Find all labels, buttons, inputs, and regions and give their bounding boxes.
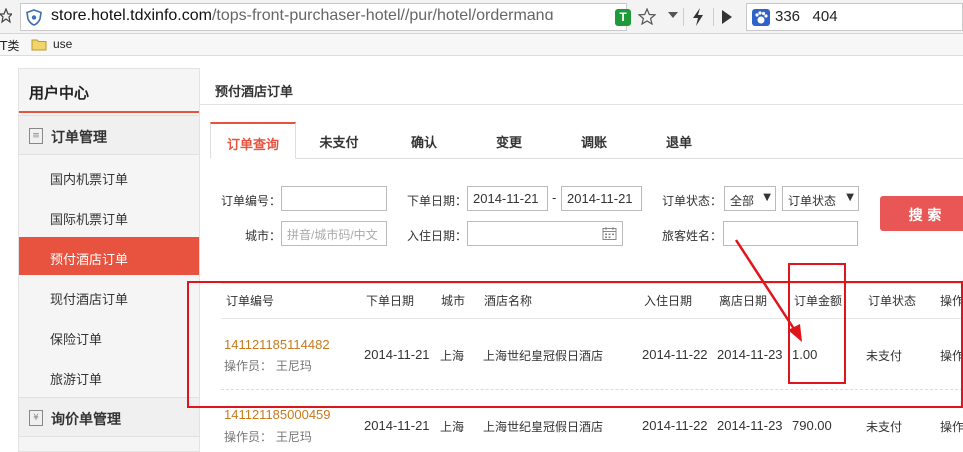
url-path: /tops-front-purchaser-hotel//pur/hotel/o… xyxy=(211,7,554,24)
sidebar-group-label: 订单管理 xyxy=(51,130,107,146)
order-date-from-input[interactable]: 2014-11-21 xyxy=(467,186,548,211)
tab-change[interactable]: 变更 xyxy=(466,122,552,159)
toolbar-divider xyxy=(713,8,714,26)
list-icon: ≡ xyxy=(29,128,43,144)
annotation-arrow-icon xyxy=(734,239,802,342)
tab-order-query[interactable]: 订单查询 xyxy=(210,122,296,159)
calendar-icon[interactable] xyxy=(602,226,617,241)
hotel-name-cell: 上海世纪皇冠假日酒店 xyxy=(483,420,604,434)
dropdown-arrow-icon[interactable] xyxy=(668,12,678,18)
sidebar-item-travel[interactable]: 旅游订单 xyxy=(19,357,199,395)
order-no-link[interactable]: 141121185000459 xyxy=(224,407,331,422)
city-label: 城市： xyxy=(245,229,282,243)
status-select-all[interactable]: 全部 ▼ xyxy=(724,186,776,211)
annotation-box-row xyxy=(187,281,963,408)
page-title: 预付酒店订单 xyxy=(215,85,294,100)
operator-text: 操作员： 王尼玛 xyxy=(224,430,312,444)
order-date-cell: 2014-11-21 xyxy=(364,418,430,433)
amount-cell: 790.00 xyxy=(792,418,832,433)
checkin-cell: 2014-11-22 xyxy=(642,418,708,433)
order-date-to-input[interactable]: 2014-11-21 xyxy=(561,186,642,211)
sidebar-title: 用户中心 xyxy=(19,69,199,113)
search-box[interactable]: 336 404 xyxy=(746,3,963,31)
star-icon[interactable] xyxy=(0,8,12,24)
bookmark-star-icon[interactable] xyxy=(638,8,656,25)
order-status-label: 订单状态： xyxy=(662,194,723,208)
city-input[interactable]: 拼音/城市码/中文 xyxy=(281,221,387,246)
status-select-detail[interactable]: 订单状态 ▼ xyxy=(782,186,859,211)
status-select-value: 全部 xyxy=(730,194,755,208)
sidebar: 用户中心 ≡ 订单管理 国内机票订单 国际机票订单 预付酒店订单 现付酒店订单 … xyxy=(18,68,200,452)
action-link[interactable]: 操作 xyxy=(940,418,963,435)
tab-refund[interactable]: 退单 xyxy=(636,122,722,159)
caret-down-icon: ▼ xyxy=(763,192,771,203)
sidebar-item-domestic-flight[interactable]: 国内机票订单 xyxy=(19,157,199,195)
status-cell: 未支付 xyxy=(866,420,903,434)
url-host: store.hotel.tdxinfo.com xyxy=(51,7,212,24)
checkin-date-label: 入住日期： xyxy=(407,229,468,243)
toolbar-divider xyxy=(683,8,684,26)
shield-icon xyxy=(26,9,42,26)
bookmarks-bar: T类 use xyxy=(0,34,963,56)
url-text[interactable]: store.hotel.tdxinfo.com/tops-front-purch… xyxy=(51,7,605,25)
bookmark-folder-use[interactable]: use xyxy=(53,37,72,51)
status-select-value: 订单状态 xyxy=(788,194,837,208)
checkout-cell: 2014-11-23 xyxy=(717,418,783,433)
lightning-icon[interactable] xyxy=(691,8,705,26)
city-cell: 上海 xyxy=(440,420,465,434)
sidebar-item-insurance[interactable]: 保险订单 xyxy=(19,317,199,355)
bookmark-item[interactable]: T类 xyxy=(0,37,19,54)
sidebar-item-intl-flight[interactable]: 国际机票订单 xyxy=(19,197,199,235)
address-bar[interactable]: store.hotel.tdxinfo.com/tops-front-purch… xyxy=(20,3,631,31)
browser-toolbar: store.hotel.tdxinfo.com/tops-front-purch… xyxy=(0,0,963,34)
title-divider xyxy=(200,104,963,105)
order-no-input[interactable] xyxy=(281,186,387,211)
date-range-separator: - xyxy=(552,191,557,205)
guest-name-label: 旅客姓名： xyxy=(662,229,723,243)
tab-unpaid[interactable]: 未支付 xyxy=(296,122,382,159)
search-text[interactable]: 336 404 xyxy=(775,8,838,25)
sidebar-group-inquiry[interactable]: ¥ 询价单管理 xyxy=(19,397,199,437)
caret-down-icon: ▼ xyxy=(846,192,854,203)
sidebar-item-prepaid-hotel[interactable]: 预付酒店订单 xyxy=(19,237,199,275)
baidu-paw-icon xyxy=(752,9,770,26)
security-badge-icon[interactable]: T xyxy=(615,9,631,26)
tab-confirm[interactable]: 确认 xyxy=(382,122,466,159)
tab-adjust[interactable]: 调账 xyxy=(552,122,636,159)
play-icon[interactable] xyxy=(722,10,732,24)
order-date-label: 下单日期： xyxy=(407,194,468,208)
sidebar-item-pay-at-hotel[interactable]: 现付酒店订单 xyxy=(19,277,199,315)
checkin-date-input[interactable] xyxy=(467,221,623,246)
order-no-label: 订单编号： xyxy=(221,194,282,208)
sidebar-group-orders[interactable]: ≡ 订单管理 xyxy=(19,115,199,155)
search-button[interactable]: 搜 索 xyxy=(880,196,963,231)
yen-icon: ¥ xyxy=(29,410,43,426)
sidebar-group-label: 询价单管理 xyxy=(51,412,121,428)
folder-icon xyxy=(31,39,47,51)
